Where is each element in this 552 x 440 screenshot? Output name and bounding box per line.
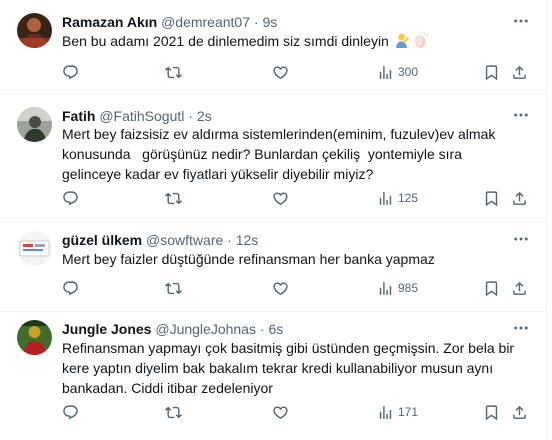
- like-button[interactable]: [272, 403, 289, 421]
- reply-icon: [62, 404, 79, 421]
- tweet[interactable]: Fatih @FatihSogutl · 2s Mert bey faizsis…: [0, 94, 546, 219]
- separator-dot: ·: [259, 321, 265, 337]
- tweet[interactable]: Jungle Jones @JungleJohnas · 6s Refinans…: [0, 312, 546, 440]
- timestamp[interactable]: 9s: [262, 14, 277, 30]
- views-icon: [377, 64, 394, 81]
- author-name[interactable]: Ramazan Akın: [62, 14, 157, 30]
- bookmark-icon: [483, 190, 500, 207]
- views-button[interactable]: 125: [377, 189, 418, 207]
- like-icon: [272, 404, 289, 421]
- bookmark-button[interactable]: [483, 403, 500, 421]
- bookmark-button[interactable]: [483, 279, 500, 297]
- tweet-feed: Ramazan Akın @demreant07 · 9s Ben bu ada…: [0, 0, 547, 440]
- author-name[interactable]: Fatih: [62, 108, 95, 124]
- clapping-hands-icon: [412, 32, 429, 54]
- views-button[interactable]: 171: [377, 403, 418, 421]
- tweet[interactable]: güzel ülkem @sowftware · 12s Mert bey fa…: [0, 219, 546, 312]
- tweet-actions: 300: [62, 63, 532, 81]
- tweet-actions: 985: [62, 279, 532, 297]
- tweet[interactable]: Ramazan Akın @demreant07 · 9s Ben bu ada…: [0, 0, 546, 94]
- timestamp[interactable]: 12s: [236, 232, 259, 248]
- retweet-button[interactable]: [165, 403, 182, 421]
- tweet-text: Mert bey faizsisiz ev aldırma sistemleri…: [62, 126, 500, 182]
- tweet-header: Fatih @FatihSogutl · 2s: [62, 107, 212, 125]
- reply-icon: [62, 190, 79, 207]
- reply-button[interactable]: [62, 189, 79, 207]
- timestamp[interactable]: 6s: [268, 321, 283, 337]
- author-name[interactable]: güzel ülkem: [62, 232, 142, 248]
- retweet-button[interactable]: [165, 63, 182, 81]
- bookmark-button[interactable]: [483, 63, 500, 81]
- avatar[interactable]: [17, 320, 52, 355]
- tweet-text: Mert bey faizler düştüğünde refinansman …: [62, 251, 435, 267]
- views-count: 171: [398, 405, 419, 419]
- like-button[interactable]: [272, 189, 289, 207]
- author-name[interactable]: Jungle Jones: [62, 321, 151, 337]
- tweet-header: Ramazan Akın @demreant07 · 9s: [62, 13, 277, 31]
- share-button[interactable]: [511, 189, 528, 207]
- retweet-icon: [165, 280, 182, 297]
- like-button[interactable]: [272, 63, 289, 81]
- reply-button[interactable]: [62, 63, 79, 81]
- share-icon: [511, 404, 528, 421]
- views-icon: [377, 404, 394, 421]
- views-count: 985: [398, 281, 419, 295]
- column-border: [546, 0, 547, 440]
- views-button[interactable]: 300: [377, 63, 418, 81]
- more-icon[interactable]: [512, 230, 530, 248]
- author-handle[interactable]: @sowftware: [146, 232, 223, 248]
- like-icon: [272, 280, 289, 297]
- man-gesturing-icon: [393, 32, 410, 54]
- timestamp[interactable]: 2s: [197, 108, 212, 124]
- share-button[interactable]: [511, 279, 528, 297]
- reply-button[interactable]: [62, 403, 79, 421]
- more-icon[interactable]: [512, 12, 530, 30]
- author-handle[interactable]: @JungleJohnas: [155, 321, 256, 337]
- tweet-text: Refinansman yapmayı çok basitmiş gibi üs…: [62, 340, 518, 396]
- separator-dot: ·: [227, 232, 232, 248]
- tweet-actions: 125: [62, 189, 532, 207]
- tweet-header: Jungle Jones @JungleJohnas · 6s: [62, 320, 283, 338]
- tweet-text: Ben bu adamı 2021 de dinlemedim siz sımd…: [62, 31, 532, 54]
- views-icon: [377, 280, 394, 297]
- bookmark-icon: [483, 280, 500, 297]
- reply-button[interactable]: [62, 279, 79, 297]
- views-icon: [377, 190, 394, 207]
- share-icon: [511, 64, 528, 81]
- retweet-button[interactable]: [165, 279, 182, 297]
- views-button[interactable]: 985: [377, 279, 418, 297]
- retweet-button[interactable]: [165, 189, 182, 207]
- share-icon: [511, 280, 528, 297]
- reply-icon: [62, 280, 79, 297]
- like-icon: [272, 190, 289, 207]
- avatar[interactable]: [17, 107, 52, 142]
- like-button[interactable]: [272, 279, 289, 297]
- author-handle[interactable]: @FatihSogutl: [99, 108, 184, 124]
- separator-dot: ·: [188, 108, 193, 124]
- avatar[interactable]: [17, 231, 52, 266]
- share-button[interactable]: [511, 63, 528, 81]
- bookmark-button[interactable]: [483, 189, 500, 207]
- separator-dot: ·: [253, 14, 259, 30]
- tweet-actions: 171: [62, 403, 532, 421]
- retweet-icon: [165, 404, 182, 421]
- tweet-header: güzel ülkem @sowftware · 12s: [62, 231, 258, 249]
- like-icon: [272, 64, 289, 81]
- more-icon[interactable]: [512, 319, 530, 337]
- share-icon: [511, 190, 528, 207]
- bookmark-icon: [483, 404, 500, 421]
- more-icon[interactable]: [512, 106, 530, 124]
- retweet-icon: [165, 64, 182, 81]
- share-button[interactable]: [511, 403, 528, 421]
- reply-icon: [62, 64, 79, 81]
- avatar[interactable]: [17, 13, 52, 48]
- views-count: 125: [398, 191, 419, 205]
- retweet-icon: [165, 190, 182, 207]
- views-count: 300: [398, 65, 419, 79]
- author-handle[interactable]: @demreant07: [161, 14, 250, 30]
- bookmark-icon: [483, 64, 500, 81]
